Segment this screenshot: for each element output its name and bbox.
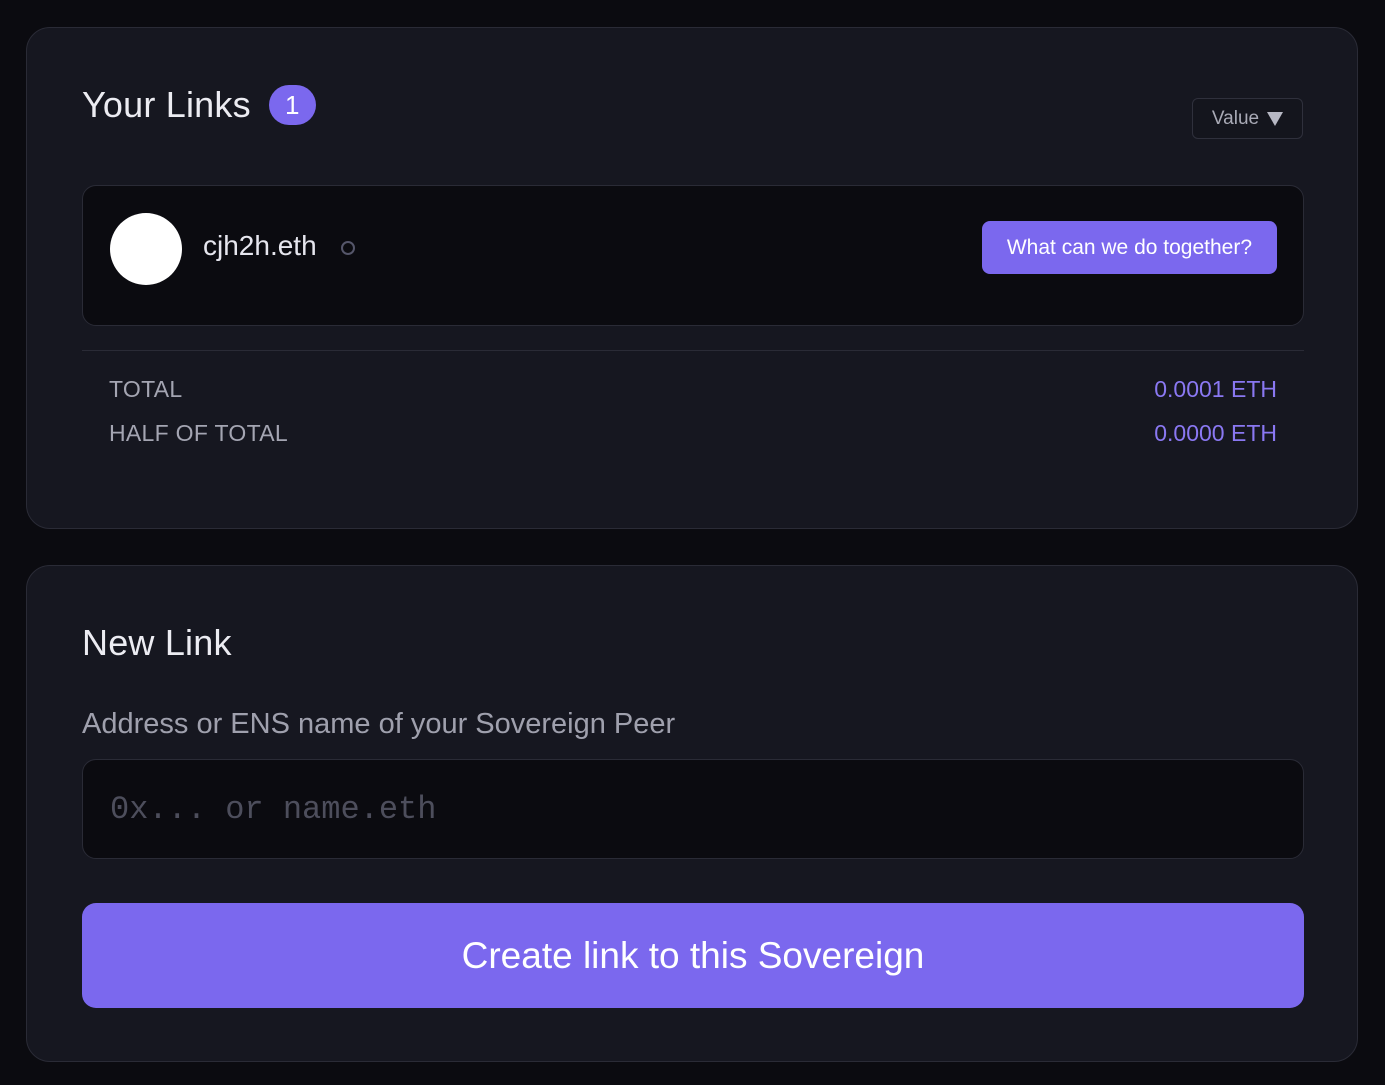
link-list-item: cjh2h.eth What can we do together? bbox=[82, 185, 1304, 326]
total-value: 0.0001 ETH bbox=[1154, 376, 1277, 402]
divider bbox=[82, 350, 1304, 351]
avatar bbox=[110, 213, 182, 285]
your-links-title: Your Links bbox=[82, 84, 251, 125]
caret-down-icon bbox=[1267, 111, 1284, 126]
what-can-we-do-together-button[interactable]: What can we do together? bbox=[981, 221, 1277, 274]
sort-label: Value bbox=[1211, 107, 1260, 129]
half-of-total-value: 0.0000 ETH bbox=[1154, 420, 1277, 446]
new-link-title: New Link bbox=[82, 622, 232, 663]
status-dot-icon bbox=[341, 241, 355, 255]
sort-select[interactable]: Value bbox=[1192, 98, 1303, 139]
half-of-total-label: HALF OF TOTAL bbox=[109, 420, 288, 446]
total-label: TOTAL bbox=[109, 376, 183, 402]
peer-address-input[interactable] bbox=[82, 759, 1304, 859]
total-row: TOTAL 0.0001 ETH bbox=[109, 376, 1277, 403]
your-links-header: Your Links 1 bbox=[82, 84, 316, 126]
new-link-card: New Link Address or ENS name of your Sov… bbox=[26, 565, 1358, 1062]
your-links-card: Your Links 1 Value cjh2h.eth What can we… bbox=[26, 27, 1358, 529]
peer-name: cjh2h.eth bbox=[203, 230, 317, 261]
peer-address-label: Address or ENS name of your Sovereign Pe… bbox=[82, 708, 676, 740]
links-count-badge: 1 bbox=[268, 85, 316, 125]
half-of-total-row: HALF OF TOTAL 0.0000 ETH bbox=[109, 420, 1277, 447]
create-link-button[interactable]: Create link to this Sovereign bbox=[82, 903, 1304, 1008]
